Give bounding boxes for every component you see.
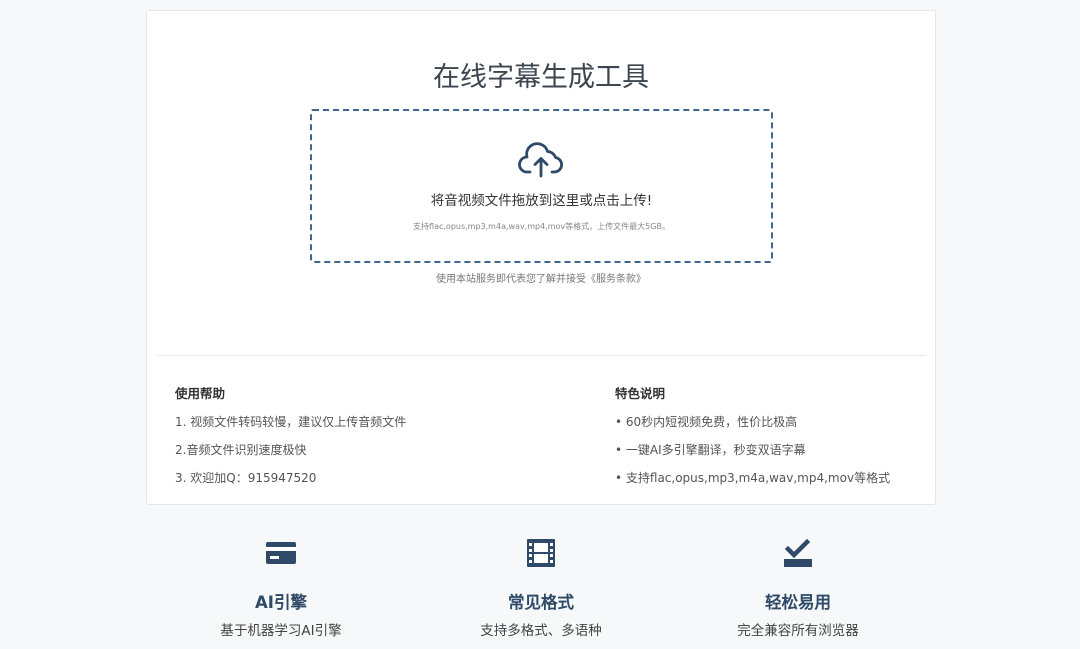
film-icon [527,539,555,567]
features-note-title: 特色说明 [615,386,666,401]
check-tray-icon [784,538,812,567]
feature-formats: 常见格式 支持多格式、多语种 [411,536,671,641]
feature-easy-use: 轻松易用 完全兼容所有浏览器 [668,536,928,641]
cloud-upload-icon [518,142,563,178]
features-note-section: 特色说明 • 60秒内短视频免费，性价比极高 • 一键AI多引擎翻译，秒变双语字… [615,385,890,487]
terms-notice[interactable]: 使用本站服务即代表您了解并接受《服务条款》 [147,270,935,285]
feature-desc: 基于机器学习AI引擎 [220,623,342,639]
feature-ai-engine: AI引擎 基于机器学习AI引擎 [151,536,411,641]
help-item: 3. 欢迎加Q：915947520 [175,471,317,485]
features-note-item: • 一键AI多引擎翻译，秒变双语字幕 [615,443,806,457]
help-title: 使用帮助 [175,386,226,401]
features-note-item: • 支持flac,opus,mp3,m4a,wav,mp4,mov等格式 [615,471,891,485]
dropzone-format-hint: 支持flac,opus,mp3,m4a,wav,mp4,mov等格式，上传文件最… [413,222,670,231]
feature-title: AI引擎 [255,593,307,612]
help-section: 使用帮助 1. 视频文件转码较慢，建议仅上传音频文件 2.音频文件识别速度极快 … [175,385,406,487]
feature-desc: 完全兼容所有浏览器 [737,623,859,639]
help-item: 1. 视频文件转码较慢，建议仅上传音频文件 [175,415,407,429]
features-note-item: • 60秒内短视频免费，性价比极高 [615,415,798,429]
upload-card: 在线字幕生成工具 将音视频文件拖放到这里或点击上传! 支持flac,opus,m… [146,10,936,505]
help-item: 2.音频文件识别速度极快 [175,443,307,457]
feature-title: 常见格式 [508,593,574,612]
section-divider [157,355,925,356]
dropzone-main-text: 将音视频文件拖放到这里或点击上传! [430,193,653,209]
card-icon [266,542,296,564]
page-title: 在线字幕生成工具 [433,62,649,93]
feature-title: 轻松易用 [765,593,831,612]
feature-desc: 支持多格式、多语种 [480,623,602,639]
upload-dropzone[interactable]: 将音视频文件拖放到这里或点击上传! 支持flac,opus,mp3,m4a,wa… [310,109,773,263]
